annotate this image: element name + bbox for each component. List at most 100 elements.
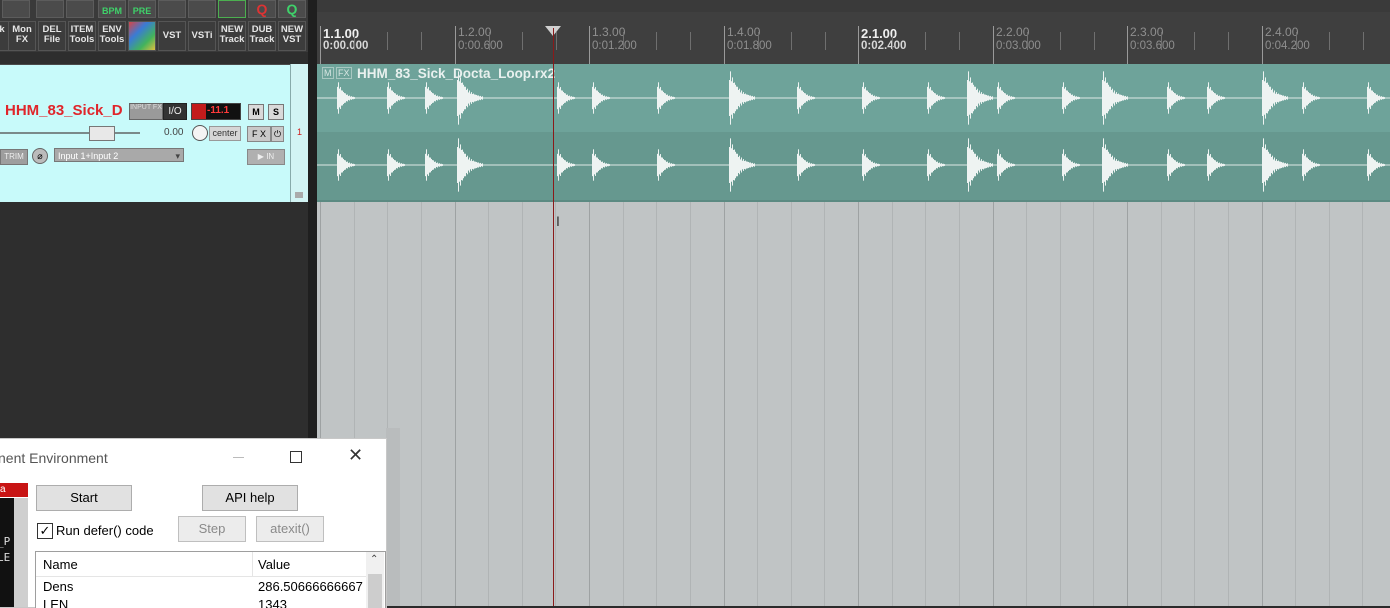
waveform-sample bbox=[1069, 93, 1070, 103]
waveform-sample bbox=[743, 92, 744, 104]
maximize-icon[interactable] bbox=[290, 451, 302, 463]
waveform-sample bbox=[475, 94, 476, 102]
item-mute-badge[interactable]: M bbox=[322, 67, 334, 79]
waveform-sample bbox=[1211, 90, 1212, 106]
editor-scrollbar[interactable] bbox=[14, 498, 28, 607]
scroll-thumb[interactable] bbox=[368, 574, 382, 608]
waveform-sample bbox=[982, 161, 983, 169]
waveform-sample bbox=[1309, 160, 1310, 170]
waveform-sample bbox=[608, 96, 609, 100]
metronome-icon[interactable] bbox=[158, 0, 186, 18]
waveform-sample bbox=[864, 88, 865, 108]
waveform-sample bbox=[396, 161, 397, 169]
column-header-name[interactable]: Name bbox=[43, 557, 78, 572]
del-file-button[interactable]: DEL File bbox=[38, 21, 66, 51]
new-track-button[interactable]: NEW Track bbox=[218, 21, 246, 51]
start-button[interactable]: Start bbox=[36, 485, 132, 511]
input-select[interactable]: Input 1+Input 2 ▾ bbox=[54, 148, 184, 162]
mute-button[interactable]: M bbox=[248, 104, 264, 120]
waveform-sample bbox=[1167, 86, 1168, 110]
pan-value[interactable]: center bbox=[209, 126, 241, 141]
phase-invert-icon[interactable]: ⌀ bbox=[32, 148, 48, 164]
ruler-beat-label: 2.3.00 bbox=[1130, 25, 1164, 39]
waveform-sample bbox=[573, 163, 574, 167]
item-tools-button[interactable]: ITEM Tools bbox=[68, 21, 96, 51]
pre-icon[interactable]: PRE bbox=[128, 0, 156, 18]
bpm-icon[interactable]: BPM bbox=[98, 0, 126, 18]
table-scrollbar[interactable]: ⌃ bbox=[366, 552, 384, 608]
waveform-sample bbox=[1274, 90, 1275, 106]
media-item[interactable] bbox=[317, 64, 1390, 202]
volume-slider-track[interactable] bbox=[0, 132, 140, 134]
input-fx-button[interactable]: INPUT FX bbox=[129, 103, 163, 120]
waveform-sample bbox=[1311, 161, 1312, 169]
close-icon[interactable]: ✕ bbox=[348, 445, 363, 466]
waveform-sample bbox=[803, 158, 804, 172]
step-button[interactable]: Step bbox=[178, 516, 246, 542]
trim-button[interactable]: TRIM bbox=[0, 149, 28, 165]
track-panel-empty-area[interactable] bbox=[0, 202, 308, 438]
solo-button[interactable]: S bbox=[268, 104, 284, 120]
resize-handle-icon[interactable] bbox=[295, 192, 303, 198]
dub-track-button[interactable]: DUB Track bbox=[248, 21, 276, 51]
waveform-sample bbox=[569, 162, 570, 168]
api-help-button[interactable]: API help bbox=[202, 485, 298, 511]
track-control-panel[interactable]: HHM_83_Sick_D INPUT FX I/O -11.1 M S 0.0… bbox=[0, 64, 290, 203]
waveform-sample bbox=[1006, 161, 1007, 169]
waveform-sample bbox=[806, 161, 807, 169]
waveform-sample bbox=[940, 96, 941, 100]
media-icon[interactable] bbox=[66, 0, 94, 18]
record-monitor-button[interactable]: ▶ IN bbox=[247, 149, 285, 165]
new-vst-button[interactable]: NEW VST bbox=[278, 21, 306, 51]
waveform-sample bbox=[1126, 163, 1127, 167]
env-tools-button[interactable]: ENV Tools bbox=[98, 21, 126, 51]
waveform-sample bbox=[734, 82, 735, 114]
waveform-sample bbox=[1077, 96, 1078, 100]
toolbar-icon-1[interactable] bbox=[2, 0, 30, 18]
track-name[interactable]: HHM_83_Sick_D bbox=[5, 102, 123, 119]
waveform-sample bbox=[438, 96, 439, 100]
mon-fx-button[interactable]: Mon FX bbox=[8, 21, 36, 51]
waveform-sample bbox=[1210, 154, 1211, 176]
volume-slider-handle[interactable] bbox=[89, 126, 115, 141]
fx-button[interactable]: F X bbox=[247, 126, 271, 142]
variables-table[interactable]: Name Value Dens 286.50666666667 LEN 1343… bbox=[35, 551, 386, 608]
run-defer-checkbox[interactable]: ✓ bbox=[37, 523, 53, 539]
fx-bypass-icon[interactable]: ⏻ bbox=[271, 126, 284, 142]
waveform-sample bbox=[999, 88, 1000, 108]
editor-tab[interactable]: a bbox=[0, 483, 28, 497]
waveform-sample bbox=[594, 155, 595, 175]
table-row[interactable]: Dens 286.50666666667 bbox=[36, 578, 366, 596]
routing-icon[interactable] bbox=[36, 0, 64, 18]
waveform-sample bbox=[1181, 96, 1182, 100]
ruler-subtick bbox=[623, 32, 624, 50]
vst-button[interactable]: VST bbox=[158, 21, 186, 51]
waveform-sample bbox=[353, 96, 354, 100]
atexit-button[interactable]: atexit() bbox=[256, 516, 324, 542]
waveform-sample bbox=[403, 96, 404, 100]
timeline-ruler[interactable]: 1.1.00 0:00.000 1.2.00 0:00.600 1.3.00 0:01.2… bbox=[317, 12, 1390, 65]
vsti-button[interactable]: VSTi bbox=[188, 21, 216, 51]
waveform-sample bbox=[435, 161, 436, 169]
item-fx-badge[interactable]: FX bbox=[336, 67, 352, 79]
ruler-subtick bbox=[1094, 32, 1095, 50]
minimize-icon[interactable] bbox=[233, 457, 244, 458]
loop-icon[interactable] bbox=[218, 0, 246, 18]
quantize-red-icon[interactable]: Q bbox=[248, 0, 276, 18]
scroll-up-icon[interactable]: ⌃ bbox=[370, 554, 378, 565]
waveform-sample bbox=[399, 95, 400, 101]
color-picker-button[interactable] bbox=[128, 21, 156, 51]
table-row[interactable]: LEN 1343 bbox=[36, 596, 366, 608]
grid-icon[interactable] bbox=[188, 0, 216, 18]
code-editor[interactable]: _P LE bbox=[0, 498, 14, 607]
waveform-sample bbox=[798, 82, 799, 114]
waveform-sample bbox=[574, 97, 575, 99]
waveform-sample bbox=[592, 153, 593, 177]
quantize-green-icon[interactable]: Q bbox=[278, 0, 306, 18]
waveform-sample bbox=[1315, 163, 1316, 167]
io-button[interactable]: I/O bbox=[163, 103, 187, 120]
waveform-sample bbox=[482, 96, 483, 100]
column-header-value[interactable]: Value bbox=[258, 557, 290, 572]
development-environment-dialog[interactable]: nent Environment ✕ a _P LE Start API hel… bbox=[0, 438, 387, 608]
pan-knob[interactable] bbox=[192, 125, 208, 141]
